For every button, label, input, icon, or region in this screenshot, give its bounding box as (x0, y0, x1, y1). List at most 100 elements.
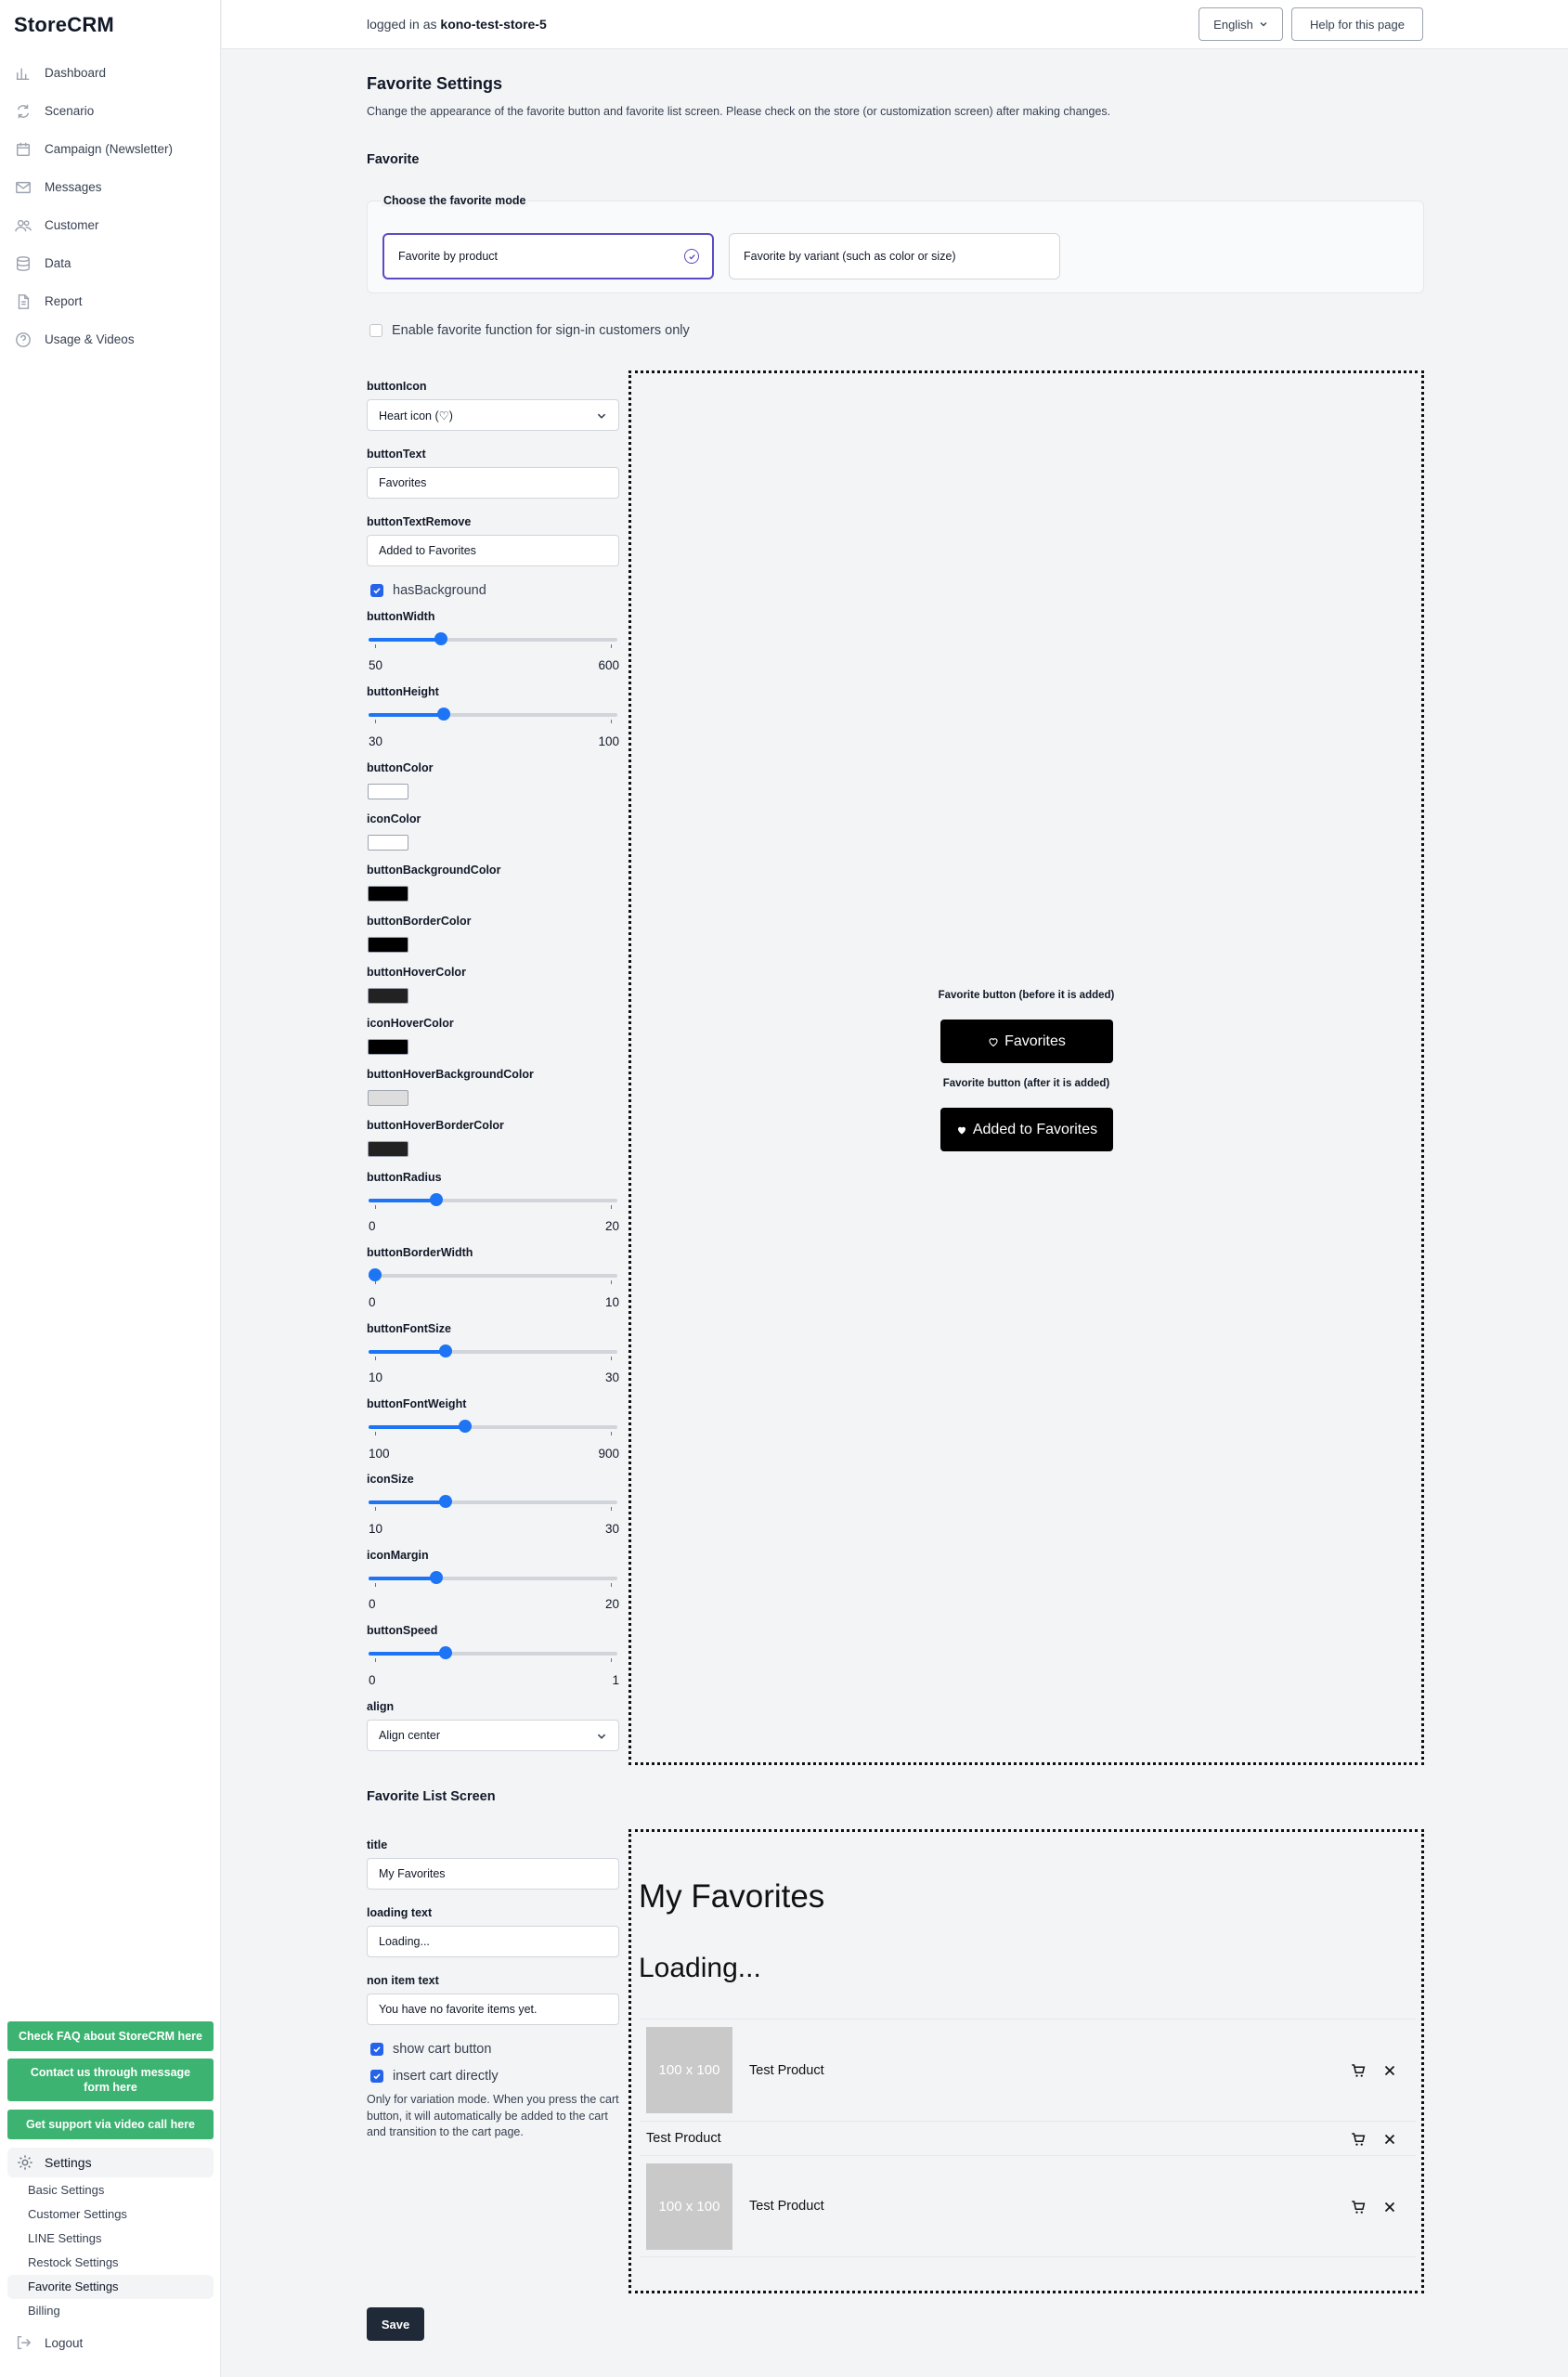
button-color-swatch[interactable] (368, 784, 408, 799)
contact-button[interactable]: Contact us through message form here (7, 2059, 214, 2101)
sidebar-item-scenario[interactable]: Scenario (0, 92, 221, 130)
sidebar-item-campaign[interactable]: Campaign (Newsletter) (0, 130, 221, 168)
subnav-billing[interactable]: Billing (7, 2299, 214, 2323)
page-title: Favorite Settings (367, 74, 503, 93)
button-text-remove-input[interactable] (367, 535, 619, 566)
icon-margin-slider[interactable] (369, 1571, 617, 1587)
cart-icon[interactable] (1350, 2131, 1367, 2148)
signin-only-checkbox[interactable]: Enable favorite function for sign-in cus… (369, 323, 690, 338)
subnav-basic-settings[interactable]: Basic Settings (7, 2178, 214, 2202)
slider-label: iconSize (367, 1473, 414, 1486)
checkbox[interactable] (370, 2043, 383, 2056)
heart-outline-icon (989, 1037, 998, 1046)
close-icon[interactable] (1381, 2062, 1398, 2079)
has-background-checkbox[interactable]: hasBackground (370, 583, 486, 598)
button-font-size-slider[interactable] (369, 1344, 617, 1360)
loading-text-input[interactable] (367, 1926, 619, 1957)
faq-button[interactable]: Check FAQ about StoreCRM here (7, 2021, 214, 2051)
slider-min: 50 (369, 658, 383, 672)
color-label: iconHoverColor (367, 1017, 454, 1030)
close-icon[interactable] (1381, 2131, 1398, 2148)
language-select[interactable]: English (1199, 7, 1283, 41)
button-icon-label: buttonIcon (367, 380, 427, 393)
button-width-slider[interactable] (369, 632, 617, 648)
list-item: Test Product (640, 2121, 1416, 2155)
non-item-text-label: non item text (367, 1974, 439, 1987)
close-icon[interactable] (1381, 2199, 1398, 2215)
users-icon (15, 219, 32, 231)
insert-cart-directly-checkbox[interactable]: insert cart directly (370, 2069, 499, 2084)
favorite-mode-legend: Choose the favorite mode (382, 194, 528, 207)
button-text-input[interactable] (367, 467, 619, 499)
loading-text-label: loading text (367, 1906, 433, 1919)
preview-added-text: Added to Favorites (972, 1121, 1098, 1137)
button-height-slider[interactable] (369, 708, 617, 723)
sidebar-item-customer[interactable]: Customer (0, 206, 221, 244)
checkbox[interactable] (369, 324, 382, 337)
icon-color-swatch[interactable] (368, 835, 408, 851)
sidebar-item-report[interactable]: Report (0, 282, 221, 320)
subnav-favorite-settings[interactable]: Favorite Settings (7, 2275, 214, 2299)
mode-option-product[interactable]: Favorite by product (382, 233, 714, 279)
mode-option-variant[interactable]: Favorite by variant (such as color or si… (729, 233, 1060, 279)
sidebar-item-messages[interactable]: Messages (0, 168, 221, 206)
list-title-label: title (367, 1838, 388, 1851)
button-hover-border-color-swatch[interactable] (368, 1141, 408, 1157)
button-hover-background-color-swatch[interactable] (368, 1090, 408, 1106)
button-border-color-swatch[interactable] (368, 937, 408, 953)
check-circle-icon (684, 249, 699, 264)
check-icon (373, 588, 381, 594)
gear-icon (18, 2155, 32, 2170)
check-icon (373, 2046, 381, 2053)
insert-cart-note: Only for variation mode. When you press … (367, 2093, 619, 2138)
settings-subnav: Basic Settings Customer Settings LINE Se… (7, 2178, 214, 2323)
slider-max: 900 (598, 1447, 619, 1461)
button-text-remove-label: buttonTextRemove (367, 515, 472, 528)
checkbox[interactable] (370, 584, 383, 597)
button-border-width-slider[interactable] (369, 1268, 617, 1284)
save-button[interactable]: Save (367, 2307, 424, 2341)
slider-label: buttonRadius (367, 1171, 442, 1184)
support-button[interactable]: Get support via video call here (7, 2110, 214, 2139)
sidebar-item-settings[interactable]: Settings (7, 2148, 214, 2177)
logout-label: Logout (45, 2335, 84, 2350)
sidebar-item-label: Data (45, 256, 71, 270)
help-button[interactable]: Help for this page (1291, 7, 1423, 41)
non-item-text-input[interactable] (367, 1994, 619, 2025)
color-label: buttonColor (367, 761, 434, 774)
preview-favorite-button[interactable]: Favorites (940, 1020, 1113, 1063)
icon-hover-color-swatch[interactable] (368, 1039, 408, 1055)
subnav-customer-settings[interactable]: Customer Settings (7, 2202, 214, 2227)
show-cart-button-checkbox[interactable]: show cart button (370, 2042, 491, 2057)
cart-icon[interactable] (1350, 2062, 1367, 2079)
sidebar-item-usage[interactable]: Usage & Videos (0, 320, 221, 358)
align-select[interactable]: Align center (367, 1720, 619, 1751)
button-font-weight-slider[interactable] (369, 1420, 617, 1435)
button-text-label: buttonText (367, 448, 426, 461)
checkbox[interactable] (370, 2070, 383, 2083)
insert-cart-directly-label: insert cart directly (393, 2069, 499, 2084)
button-speed-slider[interactable] (369, 1646, 617, 1662)
preview-before-caption: Favorite button (before it is added) (938, 990, 1115, 1001)
button-background-color-swatch[interactable] (368, 886, 408, 902)
icon-size-slider[interactable] (369, 1495, 617, 1511)
chevron-down-icon (1260, 22, 1267, 27)
cart-icon[interactable] (1350, 2199, 1367, 2215)
sidebar-item-dashboard[interactable]: Dashboard (0, 54, 221, 92)
sidebar-item-data[interactable]: Data (0, 244, 221, 282)
page-description: Change the appearance of the favorite bu… (367, 105, 1111, 118)
mode-option-label: Favorite by product (398, 250, 498, 263)
preview-favorite-text: Favorites (1004, 1033, 1066, 1049)
subnav-line-settings[interactable]: LINE Settings (7, 2227, 214, 2251)
button-radius-slider[interactable] (369, 1193, 617, 1209)
preview-added-button[interactable]: Added to Favorites (940, 1108, 1113, 1151)
list-title-input[interactable] (367, 1858, 619, 1890)
logout-link[interactable]: Logout (15, 2334, 83, 2351)
button-hover-color-swatch[interactable] (368, 988, 408, 1004)
preview-list-title: My Favorites (639, 1878, 825, 1915)
button-icon-select[interactable]: Heart icon (♡) (367, 399, 619, 431)
list-item: 100 x 100 Test Product (640, 2019, 1416, 2121)
app-logo: StoreCRM (14, 13, 114, 36)
subnav-restock-settings[interactable]: Restock Settings (7, 2251, 214, 2275)
favorite-mode-group: Choose the favorite mode Favorite by pro… (367, 194, 1424, 293)
